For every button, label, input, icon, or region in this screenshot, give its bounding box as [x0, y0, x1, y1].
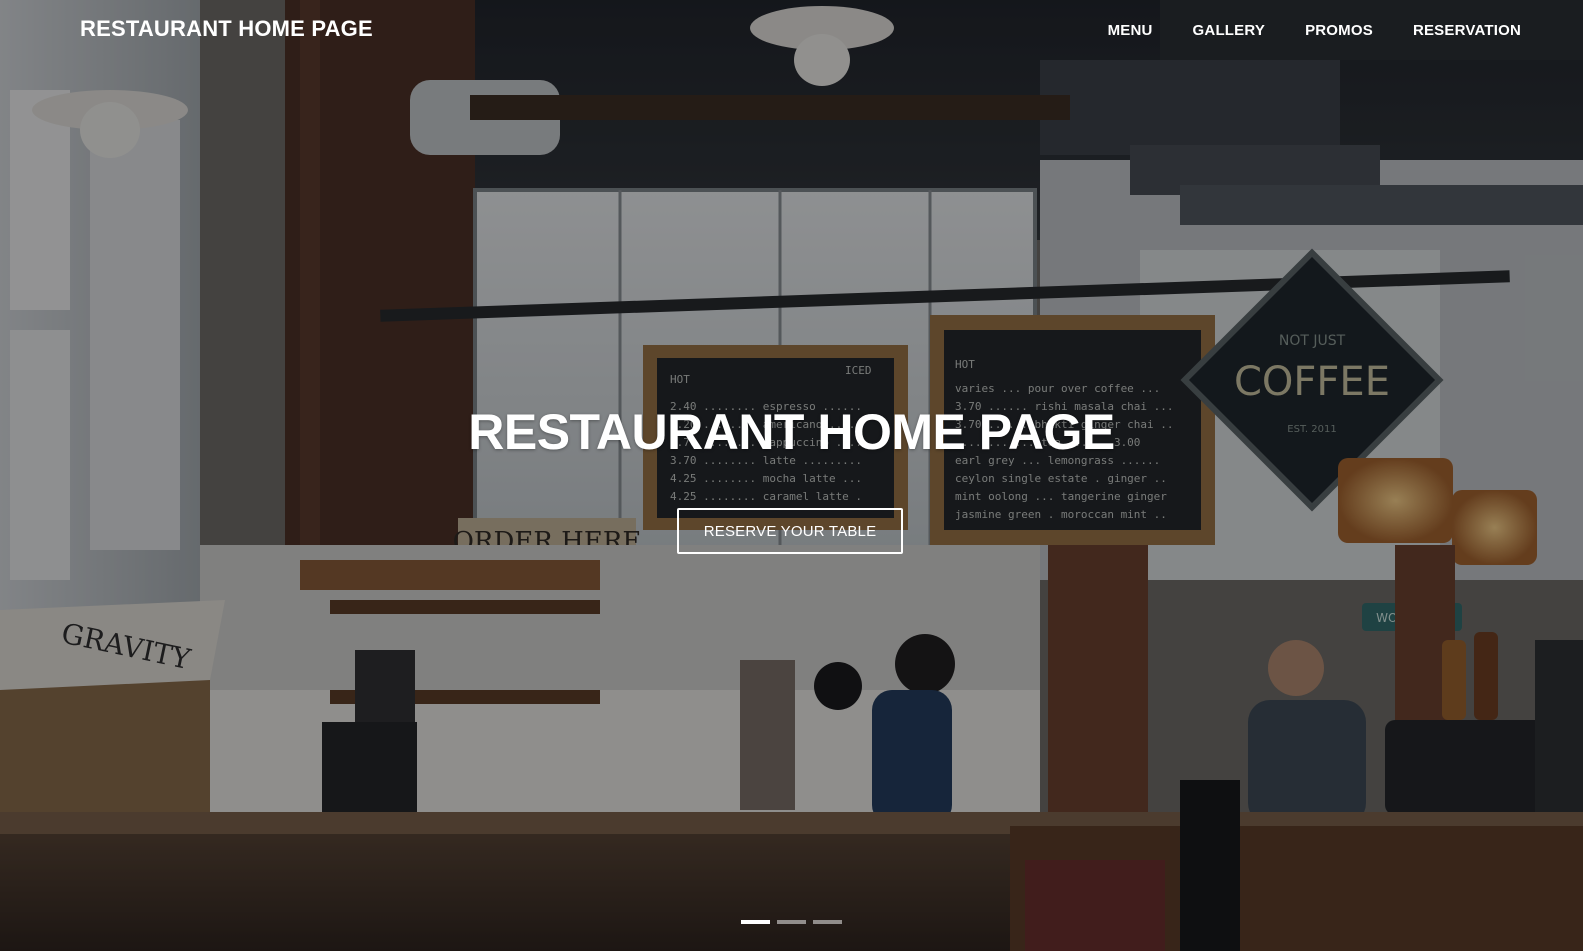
hero-section: HOT ICED HOT 2.40 ........ espresso ....… — [0, 0, 1583, 951]
carousel-indicators — [741, 920, 842, 924]
nav-gallery[interactable]: GALLERY — [1193, 22, 1266, 39]
nav-promos[interactable]: PROMOS — [1305, 22, 1373, 39]
brand-logo-link[interactable]: RESTAURANT HOME PAGE — [80, 16, 373, 42]
hero-dark-overlay — [0, 0, 1583, 951]
top-navbar: RESTAURANT HOME PAGE MENU GALLERY PROMOS… — [0, 0, 1583, 64]
nav-menu[interactable]: MENU — [1108, 22, 1153, 39]
carousel-indicator-1[interactable] — [741, 920, 770, 924]
carousel-indicator-2[interactable] — [777, 920, 806, 924]
carousel-indicator-3[interactable] — [813, 920, 842, 924]
main-nav: MENU GALLERY PROMOS RESERVATION — [1108, 22, 1521, 39]
nav-reservation[interactable]: RESERVATION — [1413, 22, 1521, 39]
reserve-table-button[interactable]: RESERVE YOUR TABLE — [677, 508, 903, 554]
hero-title: RESTAURANT HOME PAGE — [468, 404, 1115, 460]
